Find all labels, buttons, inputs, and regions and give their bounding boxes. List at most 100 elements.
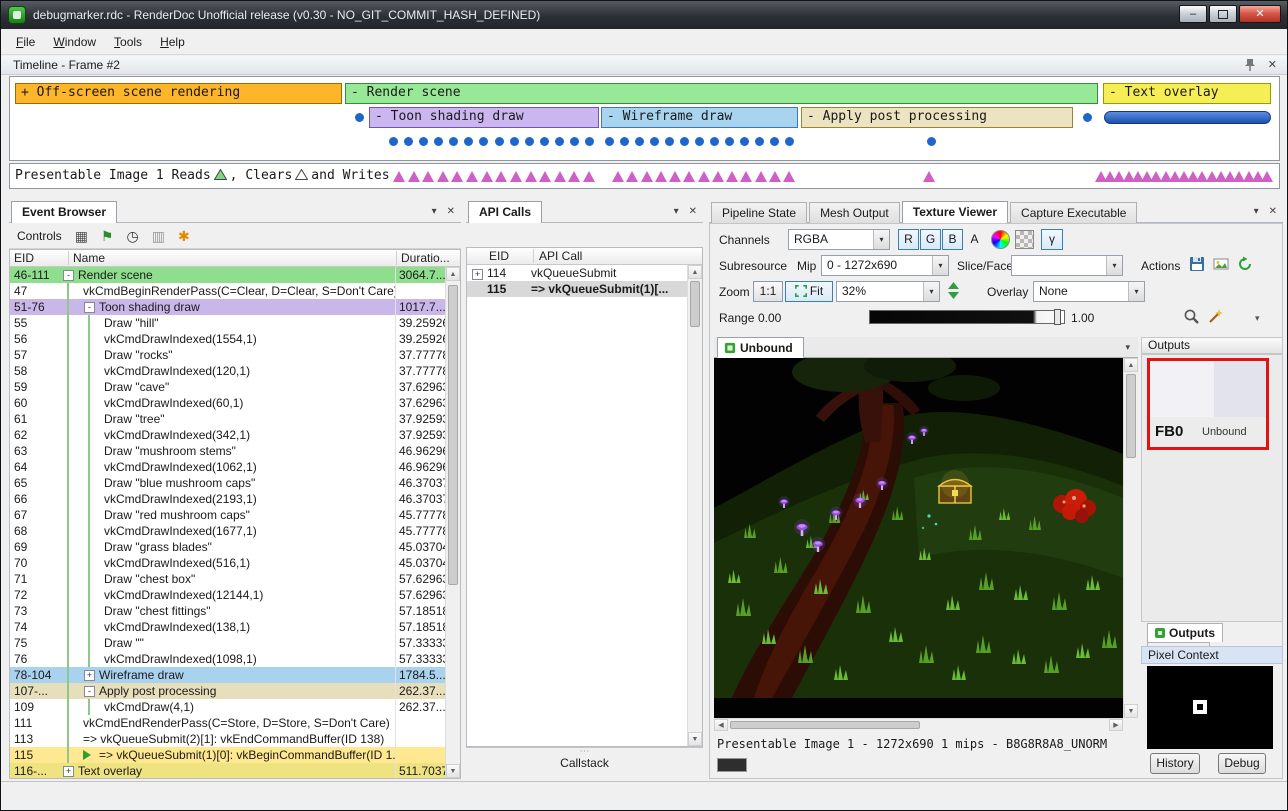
draw-dot[interactable] [355, 113, 364, 122]
tab-api-calls[interactable]: API Calls [468, 201, 542, 223]
channel-r-button[interactable]: R [898, 229, 919, 250]
write-marker[interactable] [481, 171, 493, 182]
scroll-down-icon[interactable]: ▼ [688, 732, 702, 746]
event-row[interactable]: 111vkCmdEndRenderPass(C=Store, D=Store, … [10, 715, 445, 731]
timeline-bar[interactable]: - Apply post processing [801, 107, 1073, 128]
checkerboard-icon[interactable] [1015, 230, 1034, 249]
event-row[interactable]: 59Draw "cave"37.62963 [10, 379, 445, 395]
texture-display[interactable] [714, 358, 1123, 718]
gamma-button[interactable]: γ [1041, 229, 1063, 250]
range-slider[interactable] [869, 310, 1065, 324]
image-export-icon[interactable] [1213, 256, 1229, 275]
timeline-bar[interactable]: - Toon shading draw [369, 107, 599, 128]
timeline-bar[interactable]: - Wireframe draw [601, 107, 798, 128]
menu-file[interactable]: File [7, 32, 44, 52]
event-row[interactable]: 62vkCmdDrawIndexed(342,1)37.92593 [10, 427, 445, 443]
event-row[interactable]: 56vkCmdDrawIndexed(1554,1)39.25926 [10, 331, 445, 347]
draw-dot[interactable] [464, 137, 473, 146]
tab-unbound[interactable]: Unbound [717, 337, 804, 358]
scroll-right-icon[interactable]: ▶ [1109, 719, 1123, 731]
scroll-left-icon[interactable]: ◀ [714, 719, 728, 731]
draw-dot[interactable] [449, 137, 458, 146]
write-marker[interactable] [1113, 171, 1125, 182]
write-marker[interactable] [698, 171, 710, 182]
minimize-button[interactable]: – [1179, 5, 1207, 23]
channel-b-button[interactable]: B [942, 229, 963, 250]
write-marker[interactable] [1233, 171, 1245, 182]
write-marker[interactable] [554, 171, 566, 182]
autofit-wand-icon[interactable] [1207, 308, 1224, 328]
event-row[interactable]: 58vkCmdDrawIndexed(120,1)37.77778 [10, 363, 445, 379]
write-marker[interactable] [422, 171, 434, 182]
write-marker[interactable] [626, 171, 638, 182]
menu-help[interactable]: Help [151, 32, 194, 52]
draw-dot[interactable] [725, 137, 734, 146]
mip-select[interactable]: 0 - 1272x690▾ [821, 255, 949, 276]
tab-pipeline-state[interactable]: Pipeline State [711, 202, 807, 223]
splitter-grip-icon[interactable]: ⋯ [466, 748, 703, 756]
scroll-up-icon[interactable]: ▲ [1124, 358, 1138, 372]
draw-dot[interactable] [680, 137, 689, 146]
close-panel-icon[interactable]: ✕ [447, 206, 455, 217]
draw-dot[interactable] [479, 137, 488, 146]
write-marker[interactable] [726, 171, 738, 182]
write-marker[interactable] [539, 171, 551, 182]
event-row[interactable]: 47vkCmdBeginRenderPass(C=Clear, D=Clear,… [10, 283, 445, 299]
draw-dot[interactable] [755, 137, 764, 146]
event-row[interactable]: 63Draw "mushroom stems"46.96296 [10, 443, 445, 459]
draw-dot[interactable] [710, 137, 719, 146]
scroll-down-icon[interactable]: ▼ [446, 764, 460, 778]
history-button[interactable]: History [1150, 753, 1200, 774]
draw-dot[interactable] [540, 137, 549, 146]
texture-list-dropdown-icon[interactable]: ▾ [1125, 342, 1130, 353]
event-row[interactable]: 115=> vkQueueSubmit(1)[0]: vkBeginComman… [10, 747, 445, 763]
timeline-bar[interactable]: - Render scene [345, 83, 1098, 104]
bookmark-flag-icon[interactable]: ⚑ [101, 229, 114, 243]
write-marker[interactable] [451, 171, 463, 182]
event-row[interactable]: 113=> vkQueueSubmit(2)[1]: vkEndCommandB… [10, 731, 445, 747]
draw-dot[interactable] [740, 137, 749, 146]
draw-dot[interactable] [495, 137, 504, 146]
close-panel-icon[interactable]: ✕ [689, 206, 697, 217]
tab-outputs[interactable]: Outputs [1147, 623, 1223, 642]
menu-tools[interactable]: Tools [105, 32, 151, 52]
panel-menu-icon[interactable]: ▾ [674, 206, 679, 217]
scroll-up-icon[interactable]: ▲ [688, 265, 702, 279]
event-row[interactable]: 72vkCmdDrawIndexed(12144,1)57.62963 [10, 587, 445, 603]
scroll-up-icon[interactable]: ▲ [446, 267, 460, 281]
event-row[interactable]: 74vkCmdDrawIndexed(138,1)57.18518 [10, 619, 445, 635]
event-row[interactable]: 75Draw ""57.33333 [10, 635, 445, 651]
write-marker[interactable] [641, 171, 653, 182]
write-marker[interactable] [655, 171, 667, 182]
write-marker[interactable] [712, 171, 724, 182]
draw-dot[interactable] [555, 137, 564, 146]
slice-face-select[interactable]: ▾ [1011, 255, 1123, 276]
draw-dot[interactable] [620, 137, 629, 146]
draw-dot[interactable] [650, 137, 659, 146]
panel-menu-icon[interactable]: ▾ [1254, 206, 1259, 217]
col-eid[interactable]: EID [489, 249, 509, 263]
draw-dot[interactable] [785, 137, 794, 146]
draw-dot[interactable] [770, 137, 779, 146]
event-row[interactable]: 70vkCmdDrawIndexed(516,1)45.03704 [10, 555, 445, 571]
write-marker[interactable] [495, 171, 507, 182]
stats-chart-icon[interactable]: ▥ [152, 229, 165, 243]
event-browser-header[interactable]: EID Name Duratio... [10, 250, 460, 267]
tab-capture-executable[interactable]: Capture Executable [1010, 202, 1137, 223]
event-row[interactable]: 61Draw "tree"37.92593 [10, 411, 445, 427]
event-row[interactable]: 67Draw "red mushroom caps"45.77778 [10, 507, 445, 523]
event-row[interactable]: 66vkCmdDrawIndexed(2193,1)46.37037 [10, 491, 445, 507]
timeline-bar[interactable]: + Off-screen scene rendering [15, 83, 342, 104]
channel-a-button[interactable]: A [964, 229, 985, 250]
event-row[interactable]: 68vkCmdDrawIndexed(1677,1)45.77778 [10, 523, 445, 539]
event-row[interactable]: 46-111-Render scene3064.7... [10, 267, 445, 283]
api-row[interactable]: +114vkQueueSubmit [467, 265, 687, 281]
channel-g-button[interactable]: G [920, 229, 941, 250]
fb0-thumbnail[interactable]: FB0 Unbound [1147, 358, 1269, 450]
scroll-down-icon[interactable]: ▼ [1124, 704, 1138, 718]
tree-expander[interactable]: + [63, 766, 74, 777]
scrollbar-thumb[interactable] [730, 721, 920, 729]
debug-button[interactable]: Debug [1218, 753, 1266, 774]
event-row[interactable]: 116-...+Text overlay511.7037 [10, 763, 445, 778]
refresh-icon[interactable] [1237, 256, 1253, 275]
